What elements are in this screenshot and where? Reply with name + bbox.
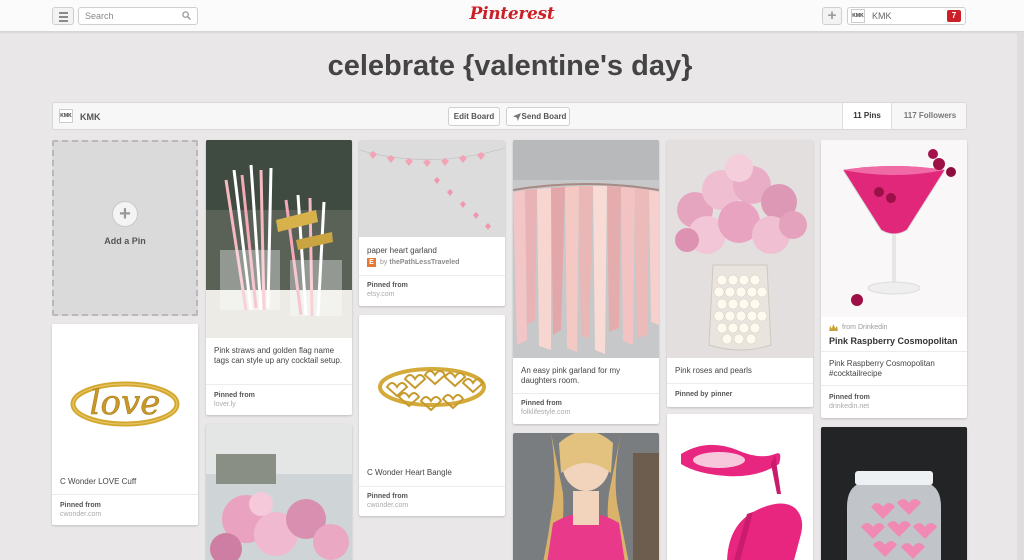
pin-card[interactable]: paper heart garland E by thePathLessTrav… xyxy=(359,140,505,306)
pin-title[interactable]: Pink Raspberry Cosmopolitan xyxy=(829,336,958,346)
pin-from-prefix: from xyxy=(842,324,856,331)
pin-source-link[interactable]: cwonder.com xyxy=(60,511,101,518)
board-title: celebrate {valentine's day} xyxy=(327,50,693,82)
menu-icon-line xyxy=(59,16,68,18)
pin-source-label: Pinned from xyxy=(60,502,101,509)
send-icon xyxy=(513,113,521,121)
menu-button[interactable] xyxy=(52,7,74,25)
pin-description: paper heart garland xyxy=(367,246,437,255)
pin-from: from Drinkedin xyxy=(842,324,888,331)
pin-card[interactable]: An easy pink garland for my daughters ro… xyxy=(513,140,659,424)
pin-description: Pink straws and golden flag name tags ca… xyxy=(214,346,343,365)
send-board-button[interactable]: Send Board xyxy=(506,107,570,126)
pin-description: C Wonder Heart Bangle xyxy=(367,468,452,477)
pin-image[interactable] xyxy=(821,427,967,560)
pin-source-link[interactable]: folklifestyle.com xyxy=(521,409,570,416)
pin-card[interactable]: Pink roses and pearls Pinned by pinner xyxy=(667,140,813,407)
add-pin-icon: + xyxy=(112,201,138,227)
pin-by-prefix: by xyxy=(380,259,388,266)
divider xyxy=(667,383,813,384)
pin-source-link[interactable]: lover.ly xyxy=(214,401,236,408)
pin-card[interactable] xyxy=(206,424,352,560)
divider xyxy=(359,486,505,487)
pin-card[interactable]: Pink straws and golden flag name tags ca… xyxy=(206,140,352,415)
pin-source-label: Pinned from xyxy=(367,493,408,500)
pin-image[interactable] xyxy=(206,424,352,560)
pin-by-name[interactable]: thePathLessTraveled xyxy=(389,259,459,266)
add-pin-card[interactable]: + Add a Pin xyxy=(52,140,198,316)
divider xyxy=(52,494,198,495)
pin-source-link[interactable]: pinner xyxy=(711,391,732,398)
pin-image[interactable] xyxy=(667,414,813,560)
pin-card[interactable] xyxy=(667,414,813,560)
pin-image[interactable] xyxy=(206,140,352,338)
board-owner-name[interactable]: KMK xyxy=(80,112,101,122)
pin-source-link[interactable]: cwonder.com xyxy=(367,502,408,509)
menu-icon xyxy=(59,12,68,14)
followers-count-tab[interactable]: 117 Followers xyxy=(893,103,967,129)
send-board-label: Send Board xyxy=(521,112,567,121)
search-icon[interactable] xyxy=(182,11,191,20)
top-navigation-bar: Search Pinterest + KMK KMK 7 xyxy=(0,0,1024,32)
pin-description: C Wonder LOVE Cuff xyxy=(60,477,137,486)
pin-card[interactable]: from Drinkedin Pink Raspberry Cosmopolit… xyxy=(821,140,967,418)
divider xyxy=(821,351,967,352)
pin-from-name[interactable]: Drinkedin xyxy=(858,324,888,331)
pin-source-label: Pinned from xyxy=(367,282,408,289)
svg-text:love: love xyxy=(90,383,161,423)
pin-description: Pink Raspberry Cosmopolitan #cocktailrec… xyxy=(829,359,935,378)
notification-badge[interactable]: 7 xyxy=(947,10,961,22)
pin-card[interactable]: C Wonder Heart Bangle Pinned from cwonde… xyxy=(359,315,505,516)
pin-source-link[interactable]: etsy.com xyxy=(367,291,395,298)
divider xyxy=(821,385,967,386)
drinkedin-icon xyxy=(829,324,838,331)
pin-description: An easy pink garland for my daughters ro… xyxy=(521,366,621,385)
menu-icon-line xyxy=(59,20,68,22)
pin-description: Pink roses and pearls xyxy=(675,366,752,375)
owner-avatar[interactable]: KMK xyxy=(59,109,73,123)
pin-image[interactable] xyxy=(821,140,967,317)
pin-source-label: Pinned from xyxy=(214,392,255,399)
divider xyxy=(359,275,505,276)
etsy-icon: E xyxy=(367,258,376,267)
pin-image[interactable] xyxy=(513,140,659,358)
divider xyxy=(513,393,659,394)
scrollbar[interactable] xyxy=(1017,32,1024,560)
pin-card[interactable] xyxy=(513,433,659,560)
pins-count-tab[interactable]: 11 Pins xyxy=(842,103,892,129)
pin-source-label: Pinned from xyxy=(521,400,562,407)
user-avatar: KMK xyxy=(851,9,865,23)
pin-source-link[interactable]: drinkedin.net xyxy=(829,403,869,410)
pin-source-label: Pinned from xyxy=(829,394,870,401)
pin-image[interactable] xyxy=(359,315,505,459)
pin-source-label: Pinned by xyxy=(675,391,709,398)
pinterest-logo[interactable]: Pinterest xyxy=(460,4,564,24)
add-pin-label: Add a Pin xyxy=(104,236,146,246)
pin-image[interactable]: love xyxy=(52,324,198,470)
divider xyxy=(206,384,352,385)
user-name: KMK xyxy=(872,11,892,21)
pin-card[interactable] xyxy=(821,427,967,560)
search-placeholder: Search xyxy=(85,11,114,21)
user-menu[interactable]: KMK KMK 7 xyxy=(847,7,966,25)
edit-board-button[interactable]: Edit Board xyxy=(448,107,500,126)
search-input[interactable]: Search xyxy=(78,7,198,25)
add-button[interactable]: + xyxy=(822,7,842,25)
pin-by: by thePathLessTraveled xyxy=(380,259,459,266)
pin-image[interactable] xyxy=(513,433,659,560)
pin-image[interactable] xyxy=(359,140,505,237)
pin-image[interactable] xyxy=(667,140,813,358)
board-header-bar: KMK KMK Edit Board Send Board 11 Pins 11… xyxy=(52,102,967,130)
pin-card[interactable]: love C Wonder LOVE Cuff Pinned from cwon… xyxy=(52,324,198,525)
